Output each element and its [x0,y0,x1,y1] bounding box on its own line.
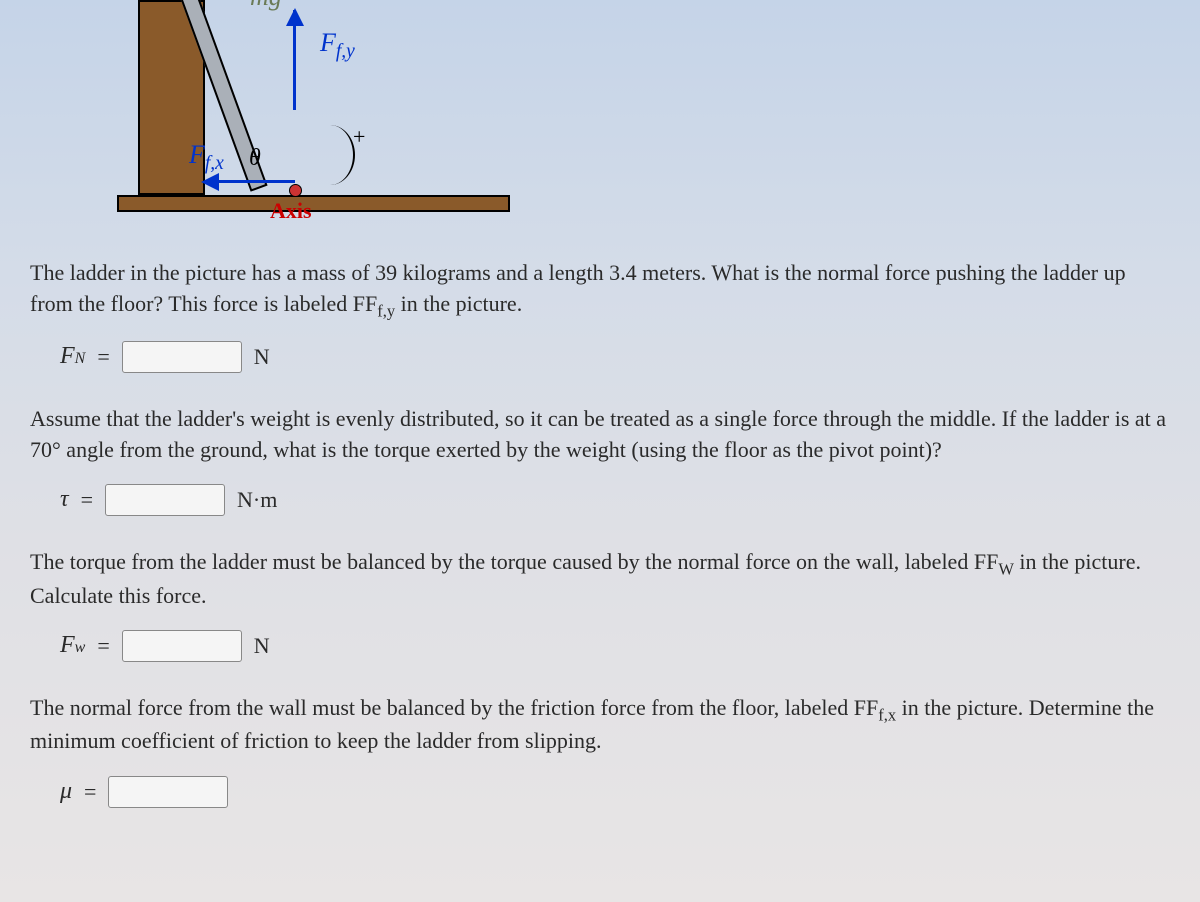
input-row-mu: μ = [60,775,1170,809]
question-3-text: The torque from the ladder must be balan… [30,547,1170,611]
diagram-floor [117,195,510,212]
ladder-diagram: mg Ff,y Ff,x θ Axis + [70,0,470,230]
fw-unit: N [254,631,270,662]
equals-sign: = [97,631,109,662]
tau-unit: N·m [237,485,277,516]
tau-input[interactable] [105,484,225,516]
fn-input[interactable] [122,341,242,373]
fn-symbol: FN [60,340,85,374]
equals-sign: = [84,777,96,808]
force-ffx-arrow [205,180,295,183]
question-4-text: The normal force from the wall must be b… [30,693,1170,757]
label-theta: θ [249,142,261,176]
input-row-fn: FN = N [60,340,1170,374]
input-row-fw: Fw = N [60,629,1170,663]
question-1-text: The ladder in the picture has a mass of … [30,258,1170,322]
fn-unit: N [254,342,270,373]
label-plus: + [353,122,365,153]
equals-sign: = [97,342,109,373]
question-2-text: Assume that the ladder's weight is evenl… [30,404,1170,466]
tau-symbol: τ [60,483,69,517]
mu-symbol: μ [60,775,72,809]
label-ffx: Ff,x [189,137,224,177]
input-row-tau: τ = N·m [60,483,1170,517]
mu-input[interactable] [108,776,228,808]
label-mg: mg [250,0,282,15]
force-ffy-arrow [293,10,296,110]
equals-sign: = [81,485,93,516]
label-axis: Axis [270,196,312,227]
label-ffy: Ff,y [320,25,355,65]
fw-input[interactable] [122,630,242,662]
rotation-arc [305,125,355,185]
fw-symbol: Fw [60,629,85,663]
